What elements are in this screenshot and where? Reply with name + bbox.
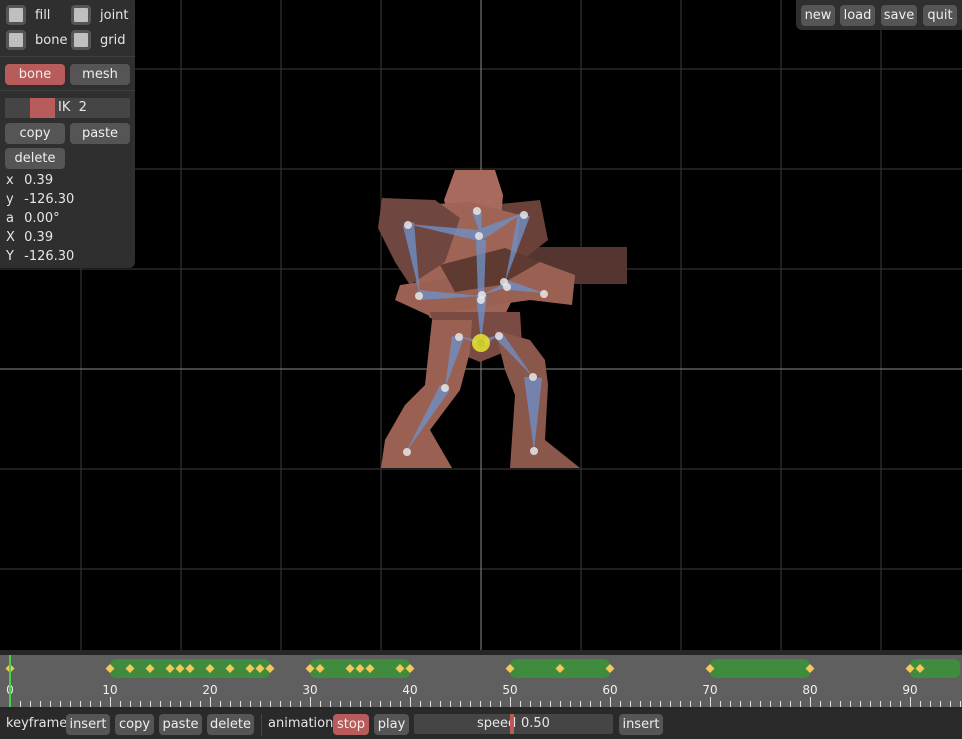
speed-slider-knob[interactable] bbox=[510, 714, 514, 734]
joint[interactable] bbox=[455, 333, 463, 341]
prop-world-y[interactable]: Y -126.30 bbox=[6, 247, 74, 266]
checkbox-icon[interactable] bbox=[6, 30, 26, 50]
load-button[interactable]: load bbox=[840, 5, 875, 26]
bone-toggle[interactable]: bone bbox=[6, 30, 67, 50]
timeline-tick-label: 50 bbox=[502, 683, 517, 697]
prop-y-key: y bbox=[6, 192, 14, 207]
joint[interactable] bbox=[415, 292, 423, 300]
joint[interactable] bbox=[530, 447, 538, 455]
divider bbox=[0, 56, 135, 57]
ik-value: 2 bbox=[78, 100, 87, 115]
keyframe-paste-button[interactable]: paste bbox=[159, 714, 202, 735]
prop-x-value[interactable]: 0.39 bbox=[24, 173, 53, 188]
timeline-tick-label: 10 bbox=[102, 683, 117, 697]
ik-label: IK bbox=[58, 100, 71, 115]
character-mesh[interactable] bbox=[378, 170, 627, 468]
joint[interactable] bbox=[477, 296, 485, 304]
timeline-tick-label: 40 bbox=[402, 683, 417, 697]
checkbox-icon[interactable] bbox=[71, 5, 91, 25]
joint[interactable] bbox=[475, 232, 483, 240]
prop-world-x-key: X bbox=[6, 230, 15, 245]
fill-toggle-label: fill bbox=[35, 7, 51, 23]
timeline-tick-label: 60 bbox=[602, 683, 617, 697]
joint[interactable] bbox=[441, 384, 449, 392]
keyframe-delete-button[interactable]: delete bbox=[207, 714, 254, 735]
checkbox-icon[interactable] bbox=[71, 30, 91, 50]
joint[interactable] bbox=[473, 207, 481, 215]
timeline-tick-label: 90 bbox=[902, 683, 917, 697]
stop-button[interactable]: stop bbox=[333, 714, 369, 735]
keyframe-segment bbox=[710, 659, 810, 678]
ik-slider-text: IK 2 bbox=[58, 98, 87, 118]
prop-y-value[interactable]: -126.30 bbox=[24, 192, 74, 207]
timeline[interactable]: 0102030405060708090 bbox=[0, 650, 962, 710]
delete-button[interactable]: delete bbox=[5, 148, 65, 169]
prop-angle-key: a bbox=[6, 211, 14, 226]
viewport[interactable] bbox=[0, 0, 962, 739]
prop-world-y-key: Y bbox=[6, 249, 14, 264]
prop-world-x-value[interactable]: 0.39 bbox=[24, 230, 53, 245]
joint[interactable] bbox=[404, 221, 412, 229]
prop-y[interactable]: y -126.30 bbox=[6, 190, 74, 209]
prop-world-y-value[interactable]: -126.30 bbox=[24, 249, 74, 264]
prop-angle-value[interactable]: 0.00° bbox=[24, 211, 59, 226]
keyframe-label: keyframe bbox=[6, 716, 68, 731]
play-button[interactable]: play bbox=[374, 714, 409, 735]
mesh-mode-tab[interactable]: mesh bbox=[70, 64, 130, 85]
joint-toggle-label: joint bbox=[100, 7, 129, 23]
grid-toggle[interactable]: grid bbox=[71, 30, 125, 50]
checkbox-icon[interactable] bbox=[6, 5, 26, 25]
tools-panel: fill joint bone grid bone mesh IK 2 copy… bbox=[0, 0, 135, 268]
joint[interactable] bbox=[520, 211, 528, 219]
paste-button[interactable]: paste bbox=[70, 123, 130, 144]
timeline-tick-label: 70 bbox=[702, 683, 717, 697]
prop-x[interactable]: x 0.39 bbox=[6, 171, 53, 190]
copy-button[interactable]: copy bbox=[5, 123, 65, 144]
fill-toggle[interactable]: fill bbox=[6, 5, 50, 25]
save-button[interactable]: save bbox=[881, 5, 917, 26]
joint-toggle[interactable]: joint bbox=[71, 5, 129, 25]
divider bbox=[261, 714, 262, 736]
timeline-tick-label: 30 bbox=[302, 683, 317, 697]
animation-label: animation bbox=[268, 716, 334, 731]
joint[interactable] bbox=[540, 290, 548, 298]
joint[interactable] bbox=[503, 283, 511, 291]
ik-slider[interactable]: IK 2 bbox=[5, 98, 130, 118]
speed-slider[interactable]: speed 0.50 bbox=[414, 714, 613, 734]
joint[interactable] bbox=[495, 332, 503, 340]
bone-toggle-label: bone bbox=[35, 32, 68, 48]
timeline-tick-label: 20 bbox=[202, 683, 217, 697]
speed-insert-button[interactable]: insert bbox=[619, 714, 663, 735]
bone-mode-tab[interactable]: bone bbox=[5, 64, 65, 85]
ik-slider-fill bbox=[30, 98, 55, 118]
speed-value: 0.50 bbox=[521, 716, 550, 731]
divider bbox=[0, 90, 135, 91]
timeline-track[interactable]: 0102030405060708090 bbox=[0, 650, 962, 710]
grid-toggle-label: grid bbox=[100, 32, 126, 48]
file-panel: new load save quit bbox=[796, 0, 962, 30]
selected-joint[interactable] bbox=[472, 334, 490, 352]
new-button[interactable]: new bbox=[801, 5, 835, 26]
prop-world-x[interactable]: X 0.39 bbox=[6, 228, 53, 247]
prop-x-key: x bbox=[6, 173, 14, 188]
timeline-tick-label: 80 bbox=[802, 683, 817, 697]
quit-button[interactable]: quit bbox=[923, 5, 957, 26]
prop-angle[interactable]: a 0.00° bbox=[6, 209, 60, 228]
keyframe-insert-button[interactable]: insert bbox=[66, 714, 110, 735]
joint[interactable] bbox=[529, 373, 537, 381]
keyframe-copy-button[interactable]: copy bbox=[115, 714, 154, 735]
joint[interactable] bbox=[403, 448, 411, 456]
